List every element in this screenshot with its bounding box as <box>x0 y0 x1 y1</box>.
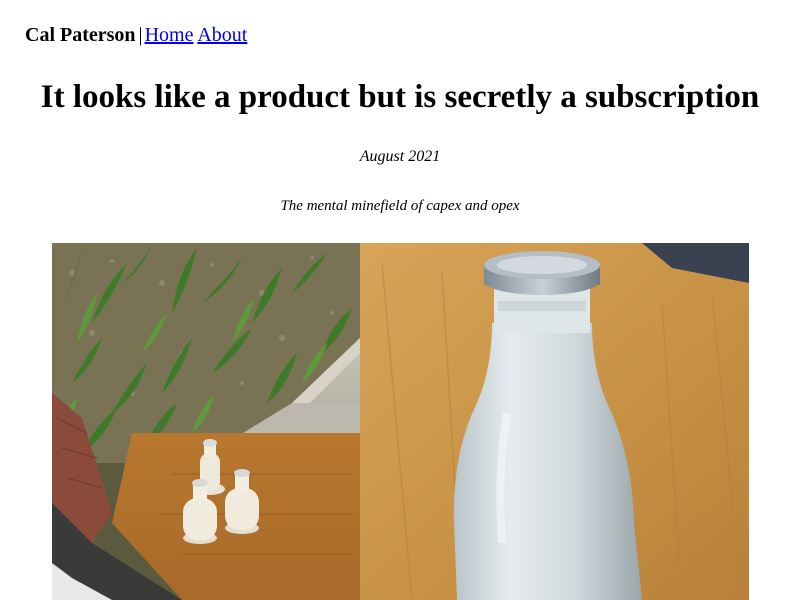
milk-bottles-doorstep-photo <box>52 243 360 600</box>
site-name: Cal Paterson <box>25 24 136 46</box>
article-title: It looks like a product but is secretly … <box>40 79 760 115</box>
nav-separator: | <box>138 24 143 46</box>
milk-bottle-table-photo <box>360 243 749 600</box>
hero-image <box>52 243 749 600</box>
article-subtitle: The mental minefield of capex and opex <box>280 198 520 214</box>
nav-link-about[interactable]: About <box>197 24 247 46</box>
nav-link-home[interactable]: Home <box>145 24 194 46</box>
site-nav: Cal Paterson | Home About <box>25 22 247 48</box>
article-date: August 2021 <box>359 148 441 165</box>
